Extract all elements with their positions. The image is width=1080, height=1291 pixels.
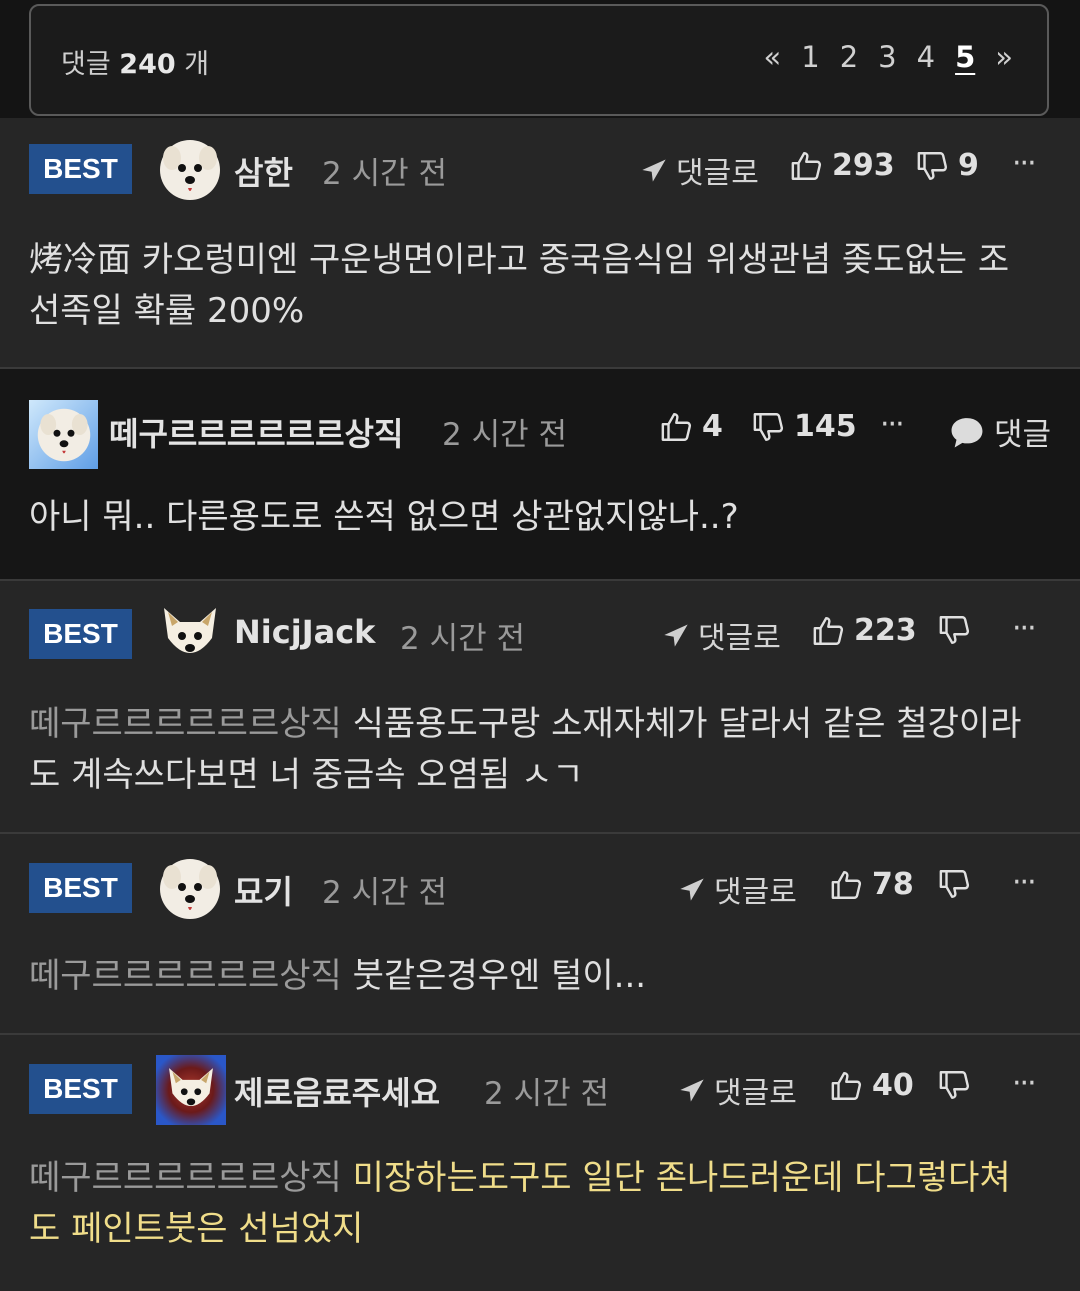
comments-header: 댓글 240 개 « 1 2 3 4 5 »	[29, 4, 1049, 116]
best-badge: BEST	[29, 144, 132, 194]
dog-icon	[36, 407, 92, 463]
pager-page-4[interactable]: 4	[917, 40, 935, 74]
fox-icon	[164, 1063, 218, 1117]
timestamp: 2 시간 전	[484, 1076, 609, 1112]
more-options-button[interactable]: ···	[1012, 146, 1037, 181]
like-button[interactable]: 293	[790, 148, 895, 183]
username[interactable]: 삼한	[234, 148, 293, 194]
more-options-button[interactable]: ···	[1012, 611, 1037, 646]
thumb-up-icon	[660, 410, 694, 444]
like-button[interactable]: 223	[812, 613, 917, 648]
thumb-up-icon	[830, 868, 864, 902]
speech-bubble-icon	[951, 417, 983, 447]
reply-label: 댓글로	[714, 875, 797, 910]
reply-button[interactable]: 댓글로	[640, 148, 759, 192]
dislike-count: 145	[794, 409, 857, 444]
comment-body: 떼구르르르르르르상직 식품용도구랑 소재자체가 달라서 같은 철강이라도 계속쓰…	[29, 699, 1040, 801]
avatar[interactable]	[158, 602, 222, 666]
username[interactable]: 묘기	[234, 867, 293, 913]
like-count: 78	[872, 867, 914, 902]
mention[interactable]: 떼구르르르르르르상직	[29, 956, 342, 996]
thumb-up-icon	[790, 149, 824, 183]
comment-text: 烤冷面 카오렁미엔 구운냉면이라고 중국음식임 위생관념 좆도없는 조선족일 확…	[29, 240, 1010, 331]
like-count: 223	[854, 613, 917, 648]
comments-header-area: 댓글 240 개 « 1 2 3 4 5 »	[0, 0, 1080, 118]
avatar[interactable]	[29, 400, 98, 469]
like-count: 4	[702, 409, 723, 444]
reply-label: 댓글	[994, 417, 1052, 453]
like-button[interactable]: 78	[830, 867, 914, 902]
pagination: « 1 2 3 4 5 »	[744, 40, 1014, 74]
best-badge: BEST	[29, 863, 132, 913]
pager-prev[interactable]: «	[764, 40, 782, 74]
pager-page-2[interactable]: 2	[840, 40, 858, 74]
comment-count: 댓글 240 개	[61, 42, 209, 81]
comment-item: BEST 제로음료주세요 2 시간 전 댓글로 40 ··· 떼구르르르르르르상…	[0, 1035, 1080, 1291]
dislike-button[interactable]: 9	[916, 148, 979, 183]
comment-count-suffix: 개	[184, 49, 210, 80]
dislike-button[interactable]	[938, 613, 980, 647]
comment-body: 떼구르르르르르르상직 붓같은경우엔 털이...	[29, 951, 1040, 1002]
like-count: 40	[872, 1068, 914, 1103]
reply-label: 댓글로	[714, 1076, 797, 1111]
dislike-button[interactable]	[938, 1068, 980, 1102]
timestamp: 2 시간 전	[322, 156, 447, 192]
comment-count-value: 240	[119, 49, 176, 80]
timestamp: 2 시간 전	[400, 621, 525, 657]
more-options-button[interactable]: ···	[880, 407, 905, 442]
timestamp: 2 시간 전	[322, 875, 447, 911]
comment-count-prefix: 댓글	[61, 49, 111, 80]
like-count: 293	[832, 148, 895, 183]
send-arrow-icon	[678, 875, 706, 903]
dislike-button[interactable]	[938, 867, 980, 901]
username[interactable]: NicjJack	[234, 613, 375, 651]
pager-page-5-current[interactable]: 5	[955, 40, 975, 74]
best-badge: BEST	[29, 1064, 132, 1114]
thumb-down-icon	[916, 149, 950, 183]
reply-button[interactable]: 댓글로	[678, 1068, 797, 1112]
reply-button[interactable]: 댓글로	[678, 867, 797, 911]
mention[interactable]: 떼구르르르르르르상직	[29, 704, 342, 744]
pager-page-1[interactable]: 1	[801, 40, 819, 74]
reply-button[interactable]: 댓글로	[662, 613, 781, 657]
thumb-up-icon	[830, 1069, 864, 1103]
more-options-button[interactable]: ···	[1012, 865, 1037, 900]
username[interactable]: 떼구르르르르르르상직	[109, 409, 403, 455]
thumb-down-icon	[938, 867, 972, 901]
comment-item: 떼구르르르르르르상직 2 시간 전 4 145 ··· 댓글 아니 뭐.. 다른…	[0, 369, 1080, 581]
like-button[interactable]: 40	[830, 1068, 914, 1103]
like-button[interactable]: 4	[660, 409, 723, 444]
reply-button[interactable]: 댓글	[948, 409, 1051, 454]
username[interactable]: 제로음료주세요	[234, 1068, 440, 1114]
thumb-down-icon	[938, 613, 972, 647]
dislike-count: 9	[958, 148, 979, 183]
send-arrow-icon	[640, 156, 668, 184]
mention[interactable]: 떼구르르르르르르상직	[29, 1158, 342, 1198]
comment-item: BEST 묘기 2 시간 전 댓글로 78 ··· 떼구르르르르르르상직 붓같은…	[0, 834, 1080, 1035]
pager-next[interactable]: »	[995, 40, 1013, 74]
thumb-down-icon	[938, 1068, 972, 1102]
comment-body: 떼구르르르르르르상직 미장하는도구도 일단 존나드러운데 다그렇다쳐도 페인트붓…	[29, 1153, 1040, 1255]
more-options-button[interactable]: ···	[1012, 1066, 1037, 1101]
thumb-up-icon	[812, 614, 846, 648]
comment-item: BEST 삼한 2 시간 전 댓글로 293 9 ··· 烤冷面 카오렁미엔 구…	[0, 118, 1080, 369]
avatar[interactable]	[158, 857, 222, 921]
avatar[interactable]	[158, 138, 222, 202]
avatar[interactable]	[156, 1055, 226, 1125]
reply-label: 댓글로	[676, 156, 759, 191]
pager-page-3[interactable]: 3	[878, 40, 896, 74]
send-arrow-icon	[678, 1076, 706, 1104]
timestamp: 2 시간 전	[442, 417, 567, 453]
comment-item: BEST NicjJack 2 시간 전 댓글로 223 ··· 떼구르르르르르…	[0, 581, 1080, 834]
comment-text: 아니 뭐.. 다른용도로 쓴적 없으면 상관없지않나..?	[29, 497, 739, 537]
best-badge: BEST	[29, 609, 132, 659]
dislike-button[interactable]: 145	[752, 409, 857, 444]
comment-text: 붓같은경우엔 털이...	[352, 956, 647, 996]
reply-label: 댓글로	[698, 621, 781, 656]
thumb-down-icon	[752, 410, 786, 444]
send-arrow-icon	[662, 621, 690, 649]
